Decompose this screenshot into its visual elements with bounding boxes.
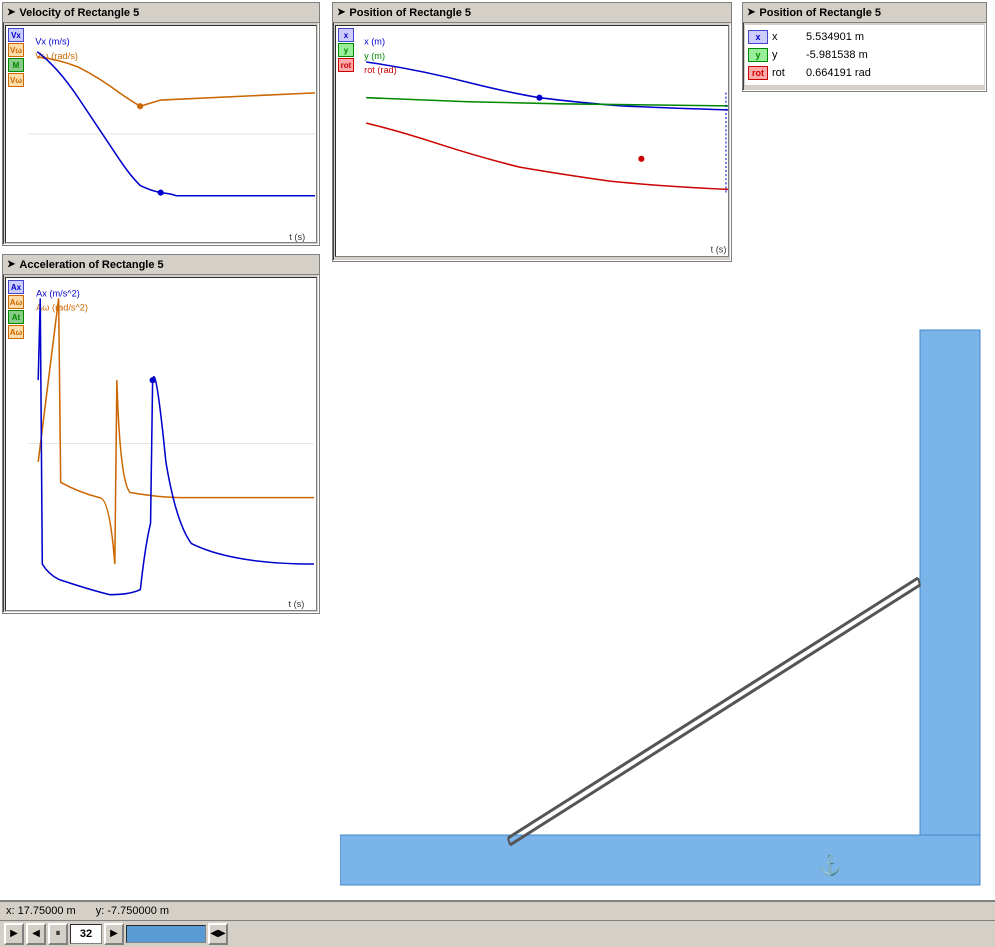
readout-x-value: 5.534901 m [806, 31, 864, 43]
readout-values: x x 5.534901 m y y -5.981538 m rot rot 0… [745, 25, 984, 85]
position-readout-title-text: Position of Rectangle 5 [759, 7, 881, 19]
vomega-legend-box: Vω [8, 43, 24, 57]
velocity-chart-panel: ➤ Velocity of Rectangle 5 Vx Vω M Vω Vx … [2, 2, 320, 246]
svg-text:⚓: ⚓ [818, 853, 843, 877]
svg-text:x (m): x (m) [364, 37, 385, 47]
readout-x-row: x x 5.534901 m [748, 28, 981, 46]
velocity-chart-inner: Vx Vω M Vω Vx (m/s) Vω (rad/s) [5, 25, 317, 243]
py-legend-box: y [338, 43, 354, 57]
acceleration-chart-panel: ➤ Acceleration of Rectangle 5 Ax Aω At A… [2, 254, 320, 614]
acceleration-chart-inner: Ax Aω At Aω Ax (m/s^2) Aω (rad/s^2) t (s… [5, 277, 317, 611]
velocity-title-arrow: ➤ [7, 7, 15, 18]
position-chart-panel: ➤ Position of Rectangle 5 x y rot x (m) … [332, 2, 732, 262]
position-chart-title: ➤ Position of Rectangle 5 [333, 3, 731, 23]
position-readout-panel: ➤ Position of Rectangle 5 x x 5.534901 m… [742, 2, 987, 92]
status-coordinates: x: 17.75000 m y: -7.750000 m [0, 902, 995, 920]
velocity-legend: Vx Vω M Vω [8, 28, 24, 87]
svg-text:Ax (m/s^2): Ax (m/s^2) [36, 288, 80, 298]
acc-title-arrow: ➤ [7, 259, 15, 270]
velocity-title-text: Velocity of Rectangle 5 [19, 7, 139, 19]
acceleration-chart-title: ➤ Acceleration of Rectangle 5 [3, 255, 319, 275]
acceleration-title-text: Acceleration of Rectangle 5 [19, 259, 163, 271]
velocity-chart-svg: Vx (m/s) Vω (rad/s) t (s) [26, 26, 316, 242]
prot-legend-box: rot [338, 58, 354, 72]
svg-text:Aω (rad/s^2): Aω (rad/s^2) [36, 303, 88, 313]
readout-x-name: x [772, 31, 802, 43]
pos-title-arrow: ➤ [337, 7, 345, 18]
svg-text:t (s): t (s) [288, 599, 304, 609]
main-simulation-area: ⚓ ⚓ ➤ Velocity of Rectangle 5 Vx Vω M Vω… [0, 0, 995, 900]
aomega-legend-box: Aω [8, 295, 24, 309]
aomega2-legend-box: Aω [8, 325, 24, 339]
readout-rot-row: rot rot 0.664191 rad [748, 64, 981, 82]
step-back-button[interactable]: ◀ [26, 923, 46, 945]
x-coordinate: x: 17.75000 m [6, 905, 76, 917]
m-legend-box: M [8, 58, 24, 72]
readout-rot-label: rot [748, 66, 768, 80]
readout-y-label: y [748, 48, 768, 62]
position-readout-title: ➤ Position of Rectangle 5 [743, 3, 986, 23]
play-button[interactable]: ▶ [4, 923, 24, 945]
readout-y-name: y [772, 49, 802, 61]
ax-legend-box: Ax [8, 280, 24, 294]
vx-legend-box: Vx [8, 28, 24, 42]
status-controls[interactable]: ▶ ◀ ⏸ 32 ▶ ◀▶ [0, 920, 995, 947]
status-bar: x: 17.75000 m y: -7.750000 m ▶ ◀ ⏸ 32 ▶ … [0, 900, 995, 947]
speed-display: 32 [70, 924, 102, 944]
velocity-chart-title: ➤ Velocity of Rectangle 5 [3, 3, 319, 23]
acceleration-legend: Ax Aω At Aω [8, 280, 24, 339]
step-forward-button[interactable]: ▶ [104, 923, 124, 945]
readout-y-row: y y -5.981538 m [748, 46, 981, 64]
position-chart-inner: x y rot x (m) y (m) rot (rad) [335, 25, 729, 257]
acceleration-chart-svg: Ax (m/s^2) Aω (rad/s^2) t (s) [26, 278, 316, 610]
position-chart-svg: x (m) y (m) rot (rad) t (s) [356, 26, 728, 256]
svg-text:y (m): y (m) [364, 51, 385, 61]
px-legend-box: x [338, 28, 354, 42]
readout-rot-name: rot [772, 67, 802, 79]
svg-text:Vx (m/s): Vx (m/s) [35, 37, 69, 47]
pause-button[interactable]: ⏸ [48, 923, 68, 945]
readout-x-label: x [748, 30, 768, 44]
position-legend: x y rot [338, 28, 354, 72]
at-legend-box: At [8, 310, 24, 324]
readout-y-value: -5.981538 m [806, 49, 868, 61]
svg-text:t (s): t (s) [711, 245, 727, 255]
y-coordinate: y: -7.750000 m [96, 905, 169, 917]
svg-text:t (s): t (s) [289, 232, 305, 242]
readout-title-arrow: ➤ [747, 7, 755, 18]
position-title-text: Position of Rectangle 5 [349, 7, 471, 19]
progress-bar[interactable] [126, 925, 206, 943]
fast-forward-button[interactable]: ◀▶ [208, 923, 228, 945]
vomega2-legend-box: Vω [8, 73, 24, 87]
readout-rot-value: 0.664191 rad [806, 67, 871, 79]
